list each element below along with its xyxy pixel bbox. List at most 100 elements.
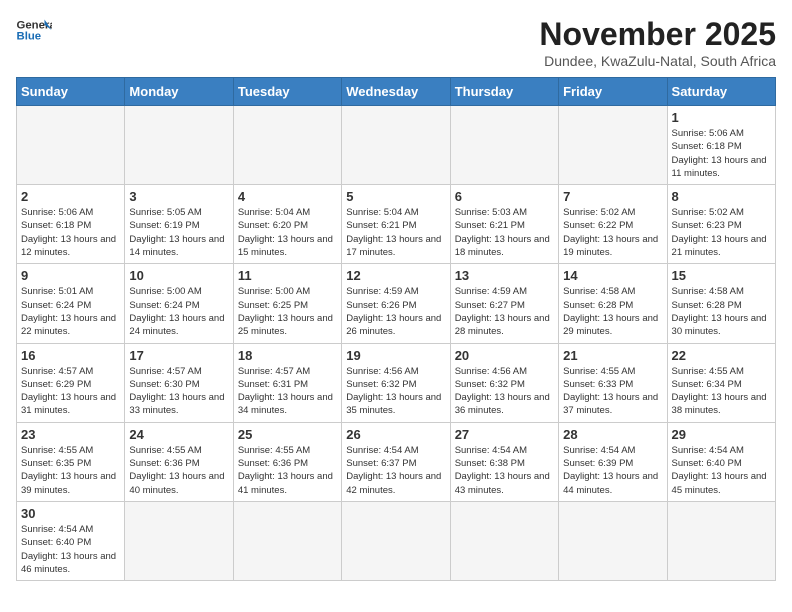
calendar-cell: 5 Sunrise: 5:04 AM Sunset: 6:21 PM Daylig…	[342, 185, 450, 264]
day-number: 2	[21, 189, 120, 204]
calendar: Sunday Monday Tuesday Wednesday Thursday…	[16, 77, 776, 581]
day-number: 28	[563, 427, 662, 442]
calendar-cell	[450, 501, 558, 580]
day-info: Sunrise: 5:04 AM Sunset: 6:21 PM Dayligh…	[346, 206, 445, 259]
calendar-cell: 14Sunrise: 4:58 AM Sunset: 6:28 PM Dayli…	[559, 264, 667, 343]
day-info: Sunrise: 5:00 AM Sunset: 6:24 PM Dayligh…	[129, 285, 228, 338]
day-number: 12	[346, 268, 445, 283]
calendar-week-row: 23 Sunrise: 4:55 AM Sunset: 6:35 PM Dayli…	[17, 422, 776, 501]
calendar-cell: 15Sunrise: 4:58 AM Sunset: 6:28 PM Dayli…	[667, 264, 775, 343]
day-number: 22	[672, 348, 771, 363]
calendar-cell: 27 Sunrise: 4:54 AM Sunset: 6:38 PM Dayli…	[450, 422, 558, 501]
day-info: Sunrise: 4:59 AM Sunset: 6:27 PM Dayligh…	[455, 285, 554, 338]
calendar-week-row: 30Sunrise: 4:54 AM Sunset: 6:40 PM Dayli…	[17, 501, 776, 580]
day-info: Sunrise: 4:56 AM Sunset: 6:32 PM Dayligh…	[455, 365, 554, 418]
day-info: Sunrise: 4:54 AM Sunset: 6:37 PM Dayligh…	[346, 444, 445, 497]
col-monday: Monday	[125, 78, 233, 106]
day-info: Sunrise: 5:02 AM Sunset: 6:23 PM Dayligh…	[672, 206, 771, 259]
day-number: 13	[455, 268, 554, 283]
day-number: 29	[672, 427, 771, 442]
calendar-cell	[342, 501, 450, 580]
calendar-cell: 12Sunrise: 4:59 AM Sunset: 6:26 PM Dayli…	[342, 264, 450, 343]
day-info: Sunrise: 4:55 AM Sunset: 6:36 PM Dayligh…	[238, 444, 337, 497]
day-number: 5	[346, 189, 445, 204]
day-number: 21	[563, 348, 662, 363]
calendar-cell: 11 Sunrise: 5:00 AM Sunset: 6:25 PM Dayli…	[233, 264, 341, 343]
day-info: Sunrise: 5:02 AM Sunset: 6:22 PM Dayligh…	[563, 206, 662, 259]
calendar-cell	[17, 106, 125, 185]
day-number: 26	[346, 427, 445, 442]
calendar-week-row: 16Sunrise: 4:57 AM Sunset: 6:29 PM Dayli…	[17, 343, 776, 422]
col-friday: Friday	[559, 78, 667, 106]
day-number: 3	[129, 189, 228, 204]
calendar-cell: 7Sunrise: 5:02 AM Sunset: 6:22 PM Daylig…	[559, 185, 667, 264]
day-info: Sunrise: 4:57 AM Sunset: 6:31 PM Dayligh…	[238, 365, 337, 418]
calendar-cell: 22Sunrise: 4:55 AM Sunset: 6:34 PM Dayli…	[667, 343, 775, 422]
header: General Blue November 2025 Dundee, KwaZu…	[16, 16, 776, 69]
day-info: Sunrise: 4:58 AM Sunset: 6:28 PM Dayligh…	[672, 285, 771, 338]
day-number: 24	[129, 427, 228, 442]
calendar-cell: 9Sunrise: 5:01 AM Sunset: 6:24 PM Daylig…	[17, 264, 125, 343]
day-info: Sunrise: 4:56 AM Sunset: 6:32 PM Dayligh…	[346, 365, 445, 418]
calendar-cell	[125, 501, 233, 580]
calendar-week-row: 2 Sunrise: 5:06 AM Sunset: 6:18 PM Daylig…	[17, 185, 776, 264]
day-number: 30	[21, 506, 120, 521]
calendar-cell: 25Sunrise: 4:55 AM Sunset: 6:36 PM Dayli…	[233, 422, 341, 501]
day-info: Sunrise: 5:04 AM Sunset: 6:20 PM Dayligh…	[238, 206, 337, 259]
calendar-cell: 24 Sunrise: 4:55 AM Sunset: 6:36 PM Dayli…	[125, 422, 233, 501]
day-number: 17	[129, 348, 228, 363]
calendar-header-row: Sunday Monday Tuesday Wednesday Thursday…	[17, 78, 776, 106]
day-info: Sunrise: 4:55 AM Sunset: 6:35 PM Dayligh…	[21, 444, 120, 497]
calendar-cell: 28Sunrise: 4:54 AM Sunset: 6:39 PM Dayli…	[559, 422, 667, 501]
calendar-week-row: 9Sunrise: 5:01 AM Sunset: 6:24 PM Daylig…	[17, 264, 776, 343]
logo: General Blue	[16, 16, 52, 44]
day-info: Sunrise: 5:06 AM Sunset: 6:18 PM Dayligh…	[21, 206, 120, 259]
calendar-cell	[233, 106, 341, 185]
calendar-cell: 18 Sunrise: 4:57 AM Sunset: 6:31 PM Dayli…	[233, 343, 341, 422]
calendar-cell: 26 Sunrise: 4:54 AM Sunset: 6:37 PM Dayli…	[342, 422, 450, 501]
calendar-cell: 10Sunrise: 5:00 AM Sunset: 6:24 PM Dayli…	[125, 264, 233, 343]
day-info: Sunrise: 4:55 AM Sunset: 6:36 PM Dayligh…	[129, 444, 228, 497]
day-number: 1	[672, 110, 771, 125]
calendar-cell	[342, 106, 450, 185]
calendar-cell: 6 Sunrise: 5:03 AM Sunset: 6:21 PM Daylig…	[450, 185, 558, 264]
calendar-cell	[125, 106, 233, 185]
day-info: Sunrise: 5:06 AM Sunset: 6:18 PM Dayligh…	[672, 127, 771, 180]
day-info: Sunrise: 5:05 AM Sunset: 6:19 PM Dayligh…	[129, 206, 228, 259]
calendar-cell	[559, 501, 667, 580]
calendar-cell	[450, 106, 558, 185]
calendar-cell: 1 Sunrise: 5:06 AM Sunset: 6:18 PM Daylig…	[667, 106, 775, 185]
calendar-cell: 16Sunrise: 4:57 AM Sunset: 6:29 PM Dayli…	[17, 343, 125, 422]
logo-icon: General Blue	[16, 16, 52, 44]
calendar-cell: 4Sunrise: 5:04 AM Sunset: 6:20 PM Daylig…	[233, 185, 341, 264]
calendar-cell: 8Sunrise: 5:02 AM Sunset: 6:23 PM Daylig…	[667, 185, 775, 264]
day-info: Sunrise: 4:55 AM Sunset: 6:33 PM Dayligh…	[563, 365, 662, 418]
day-number: 18	[238, 348, 337, 363]
day-info: Sunrise: 4:54 AM Sunset: 6:40 PM Dayligh…	[672, 444, 771, 497]
col-tuesday: Tuesday	[233, 78, 341, 106]
day-info: Sunrise: 5:01 AM Sunset: 6:24 PM Dayligh…	[21, 285, 120, 338]
calendar-cell: 20Sunrise: 4:56 AM Sunset: 6:32 PM Dayli…	[450, 343, 558, 422]
day-info: Sunrise: 4:58 AM Sunset: 6:28 PM Dayligh…	[563, 285, 662, 338]
day-number: 6	[455, 189, 554, 204]
title-area: November 2025 Dundee, KwaZulu-Natal, Sou…	[539, 16, 776, 69]
location: Dundee, KwaZulu-Natal, South Africa	[539, 53, 776, 69]
day-number: 23	[21, 427, 120, 442]
day-info: Sunrise: 5:03 AM Sunset: 6:21 PM Dayligh…	[455, 206, 554, 259]
col-saturday: Saturday	[667, 78, 775, 106]
calendar-cell: 21 Sunrise: 4:55 AM Sunset: 6:33 PM Dayli…	[559, 343, 667, 422]
svg-text:Blue: Blue	[17, 31, 42, 43]
col-thursday: Thursday	[450, 78, 558, 106]
day-number: 11	[238, 268, 337, 283]
calendar-cell: 23 Sunrise: 4:55 AM Sunset: 6:35 PM Dayli…	[17, 422, 125, 501]
day-info: Sunrise: 4:54 AM Sunset: 6:38 PM Dayligh…	[455, 444, 554, 497]
day-number: 27	[455, 427, 554, 442]
calendar-cell: 3 Sunrise: 5:05 AM Sunset: 6:19 PM Daylig…	[125, 185, 233, 264]
col-wednesday: Wednesday	[342, 78, 450, 106]
col-sunday: Sunday	[17, 78, 125, 106]
day-number: 16	[21, 348, 120, 363]
month-title: November 2025	[539, 16, 776, 53]
day-info: Sunrise: 4:57 AM Sunset: 6:30 PM Dayligh…	[129, 365, 228, 418]
calendar-cell: 30Sunrise: 4:54 AM Sunset: 6:40 PM Dayli…	[17, 501, 125, 580]
day-info: Sunrise: 5:00 AM Sunset: 6:25 PM Dayligh…	[238, 285, 337, 338]
